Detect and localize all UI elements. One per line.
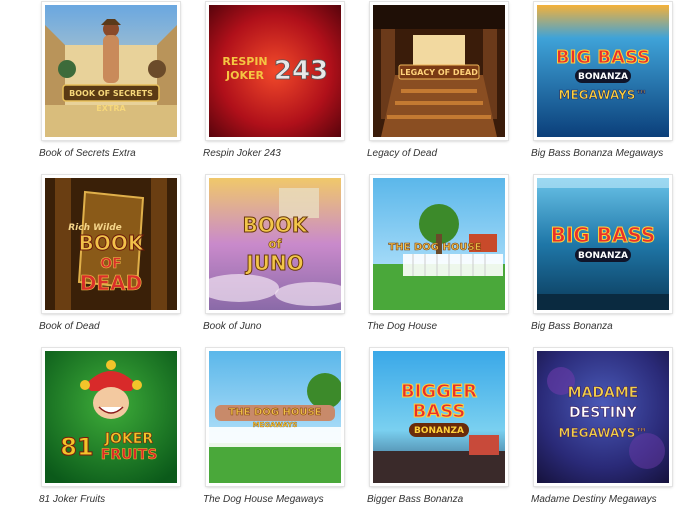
art-title: BOOK — [79, 231, 145, 255]
game-tile-madame-destiny-megaways[interactable]: MADAME DESTINY MEGAWAYS™ Madame Destiny … — [531, 348, 672, 505]
art-subtitle: MEGAWAYS™ — [559, 88, 648, 102]
game-tile-book-of-juno[interactable]: BOOK of JUNO Book of Juno — [203, 175, 344, 332]
art-title: BIGGER — [401, 381, 477, 402]
art-subtitle: MEGAWAYS — [253, 421, 298, 429]
art-subtitle: EXTRA — [96, 104, 126, 113]
art-title: BASS — [413, 401, 466, 422]
game-tile-respin-joker-243[interactable]: RESPIN JOKER 243 Respin Joker 243 — [203, 2, 344, 159]
game-tile-the-dog-house-megaways[interactable]: THE DOG HOUSE MEGAWAYS The Dog House Meg… — [203, 348, 344, 505]
game-artwork: RESPIN JOKER 243 — [209, 5, 341, 137]
art-subtitle: BONANZA — [578, 72, 628, 82]
game-tile-bigger-bass-bonanza[interactable]: BIGGER BASS BONANZA Bigger Bass Bonanza — [367, 348, 508, 505]
game-artwork: LEGACY OF DEAD — [373, 5, 505, 137]
game-tile-book-of-dead[interactable]: Rich Wilde BOOK OF DEAD Book of Dead — [39, 175, 180, 332]
game-thumbnail[interactable]: LEGACY OF DEAD — [370, 2, 508, 140]
art-title: FRUITS — [101, 447, 158, 463]
game-title[interactable]: Big Bass Bonanza — [531, 321, 613, 332]
game-title[interactable]: The Dog House Megaways — [203, 494, 324, 505]
game-artwork: BIG BASS BONANZA MEGAWAYS™ — [537, 5, 669, 137]
game-tile-big-bass-bonanza-megaways[interactable]: BIG BASS BONANZA MEGAWAYS™ Big Bass Bona… — [531, 2, 672, 159]
art-number: 243 — [274, 56, 328, 86]
game-grid: BOOK OF SECRETS EXTRA Book of Secrets Ex… — [0, 0, 700, 513]
art-title: OF — [100, 256, 121, 272]
game-thumbnail[interactable]: BIG BASS BONANZA — [534, 175, 672, 313]
art-title: MADAME — [568, 385, 639, 401]
art-title: BOOK OF SECRETS — [69, 89, 153, 98]
game-title[interactable]: Legacy of Dead — [367, 148, 437, 159]
game-title[interactable]: Book of Secrets Extra — [39, 148, 136, 159]
art-title: JOKER — [225, 69, 264, 82]
game-title[interactable]: 81 Joker Fruits — [39, 494, 105, 505]
art-subtitle: MEGAWAYS™ — [559, 426, 648, 440]
art-title: DEAD — [80, 271, 142, 295]
game-thumbnail[interactable]: BOOK of JUNO — [206, 175, 344, 313]
game-thumbnail[interactable]: 81 JOKER FRUITS — [42, 348, 180, 486]
art-title: THE DOG HOUSE — [228, 407, 321, 418]
game-artwork: BIG BASS BONANZA — [537, 178, 669, 310]
game-thumbnail[interactable]: THE DOG HOUSE — [370, 175, 508, 313]
art-title: of — [268, 237, 282, 251]
game-artwork: Rich Wilde BOOK OF DEAD — [45, 178, 177, 310]
art-title: DESTINY — [569, 405, 638, 421]
art-title: JUNO — [244, 251, 303, 275]
art-title: BIG BASS — [556, 47, 650, 68]
game-artwork: 81 JOKER FRUITS — [45, 351, 177, 483]
game-title[interactable]: Bigger Bass Bonanza — [367, 494, 463, 505]
art-title: LEGACY OF DEAD — [400, 68, 478, 77]
art-title: BIG BASS — [551, 223, 656, 247]
game-thumbnail[interactable]: Rich Wilde BOOK OF DEAD — [42, 175, 180, 313]
art-title: JOKER — [104, 431, 154, 447]
game-artwork: BOOK of JUNO — [209, 178, 341, 310]
game-title[interactable]: Respin Joker 243 — [203, 148, 281, 159]
game-title[interactable]: Big Bass Bonanza Megaways — [531, 148, 663, 159]
game-title[interactable]: Madame Destiny Megaways — [531, 494, 657, 505]
art-title: RESPIN — [222, 55, 267, 68]
game-thumbnail[interactable]: BIGGER BASS BONANZA — [370, 348, 508, 486]
game-artwork: BIGGER BASS BONANZA — [373, 351, 505, 483]
game-tile-book-of-secrets-extra[interactable]: BOOK OF SECRETS EXTRA Book of Secrets Ex… — [39, 2, 180, 159]
game-title[interactable]: Book of Dead — [39, 321, 100, 332]
game-artwork: THE DOG HOUSE — [373, 178, 505, 310]
game-thumbnail[interactable]: THE DOG HOUSE MEGAWAYS — [206, 348, 344, 486]
art-title: BOOK — [243, 213, 309, 237]
game-thumbnail[interactable]: BIG BASS BONANZA MEGAWAYS™ — [534, 2, 672, 140]
game-tile-the-dog-house[interactable]: THE DOG HOUSE The Dog House — [367, 175, 508, 332]
art-subtitle: BONANZA — [414, 426, 464, 436]
game-thumbnail[interactable]: RESPIN JOKER 243 — [206, 2, 344, 140]
game-tile-legacy-of-dead[interactable]: LEGACY OF DEAD Legacy of Dead — [367, 2, 508, 159]
art-subtitle: BONANZA — [578, 251, 628, 261]
game-artwork: THE DOG HOUSE MEGAWAYS — [209, 351, 341, 483]
game-thumbnail[interactable]: BOOK OF SECRETS EXTRA — [42, 2, 180, 140]
art-number: 81 — [60, 433, 93, 461]
art-title: THE DOG HOUSE — [388, 242, 481, 253]
game-artwork: MADAME DESTINY MEGAWAYS™ — [537, 351, 669, 483]
game-tile-big-bass-bonanza[interactable]: BIG BASS BONANZA Big Bass Bonanza — [531, 175, 672, 332]
game-tile-81-joker-fruits[interactable]: 81 JOKER FRUITS 81 Joker Fruits — [39, 348, 180, 505]
game-thumbnail[interactable]: MADAME DESTINY MEGAWAYS™ — [534, 348, 672, 486]
game-title[interactable]: Book of Juno — [203, 321, 261, 332]
game-artwork: BOOK OF SECRETS EXTRA — [45, 5, 177, 137]
game-title[interactable]: The Dog House — [367, 321, 437, 332]
